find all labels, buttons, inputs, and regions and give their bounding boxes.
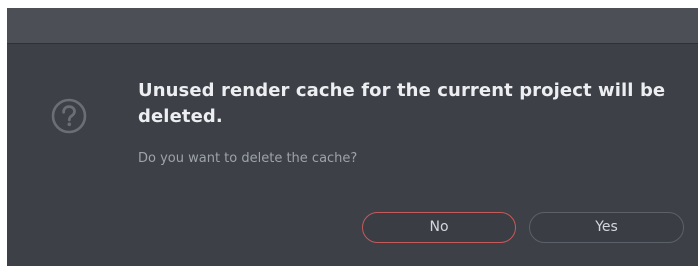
dialog-titlebar[interactable] bbox=[7, 8, 698, 44]
no-button[interactable]: No bbox=[362, 212, 516, 243]
dialog-question: Do you want to delete the cache? bbox=[138, 151, 358, 166]
screenshot-frame: Unused render cache for the current proj… bbox=[0, 0, 700, 268]
delete-cache-dialog: Unused render cache for the current proj… bbox=[7, 8, 698, 266]
dialog-message: Unused render cache for the current proj… bbox=[138, 80, 666, 127]
yes-button[interactable]: Yes bbox=[529, 212, 684, 243]
question-circle-icon bbox=[51, 98, 87, 134]
